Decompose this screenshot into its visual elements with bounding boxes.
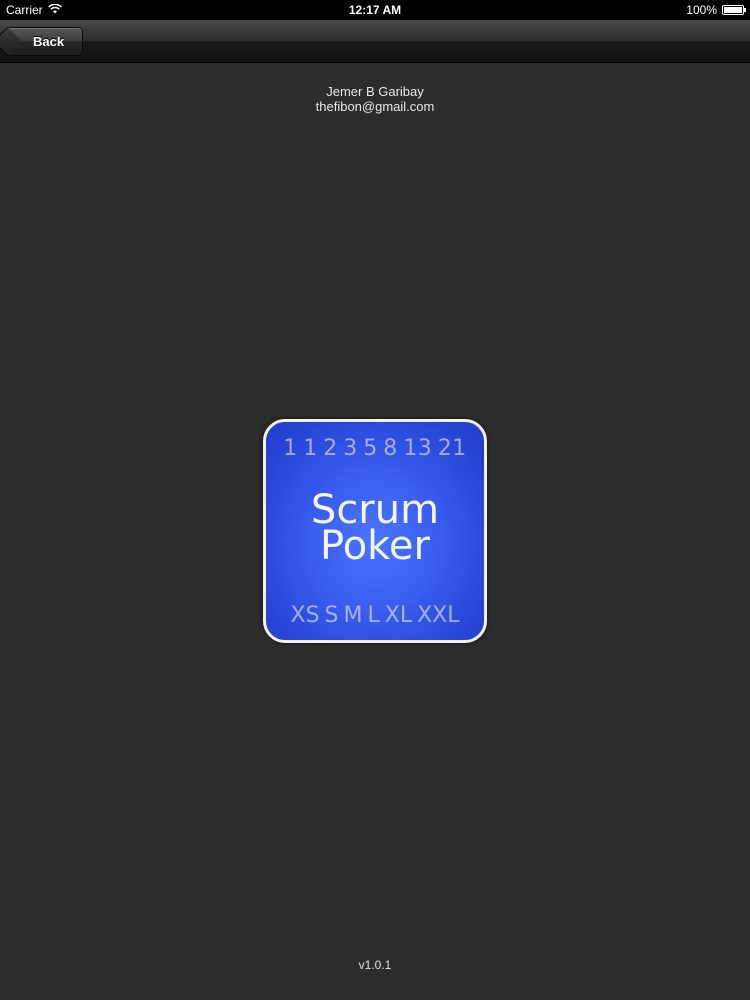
author-email: thefibon@gmail.com <box>315 99 435 114</box>
back-button[interactable]: Back <box>0 26 84 57</box>
back-button-label: Back <box>33 34 65 49</box>
fibonacci-numbers: 1 1 2 3 5 8 13 21 <box>283 436 467 461</box>
app-title-line2: Poker <box>320 523 430 569</box>
about-screen: Carrier 12:17 AM 100% Back Jemer B Garib… <box>0 0 750 1000</box>
back-arrow-icon <box>0 26 23 57</box>
status-time: 12:17 AM <box>348 3 402 17</box>
tshirt-sizes: XS S M L XL XXL <box>290 603 460 628</box>
author-name: Jemer B Garibay <box>326 84 424 99</box>
battery-percent: 100% <box>686 3 717 17</box>
battery-icon <box>722 5 746 15</box>
status-bar: Carrier 12:17 AM 100% <box>0 0 750 20</box>
app-icon: 1 1 2 3 5 8 13 21 Scrum Poker XS S M L X… <box>263 419 487 643</box>
author-info: Jemer B Garibay thefibon@gmail.com <box>0 84 750 114</box>
app-title: Scrum Poker <box>266 490 484 569</box>
navigation-bar: Back <box>0 20 750 63</box>
version-label: v1.0.1 <box>358 958 392 972</box>
status-right: 100% <box>686 3 746 17</box>
